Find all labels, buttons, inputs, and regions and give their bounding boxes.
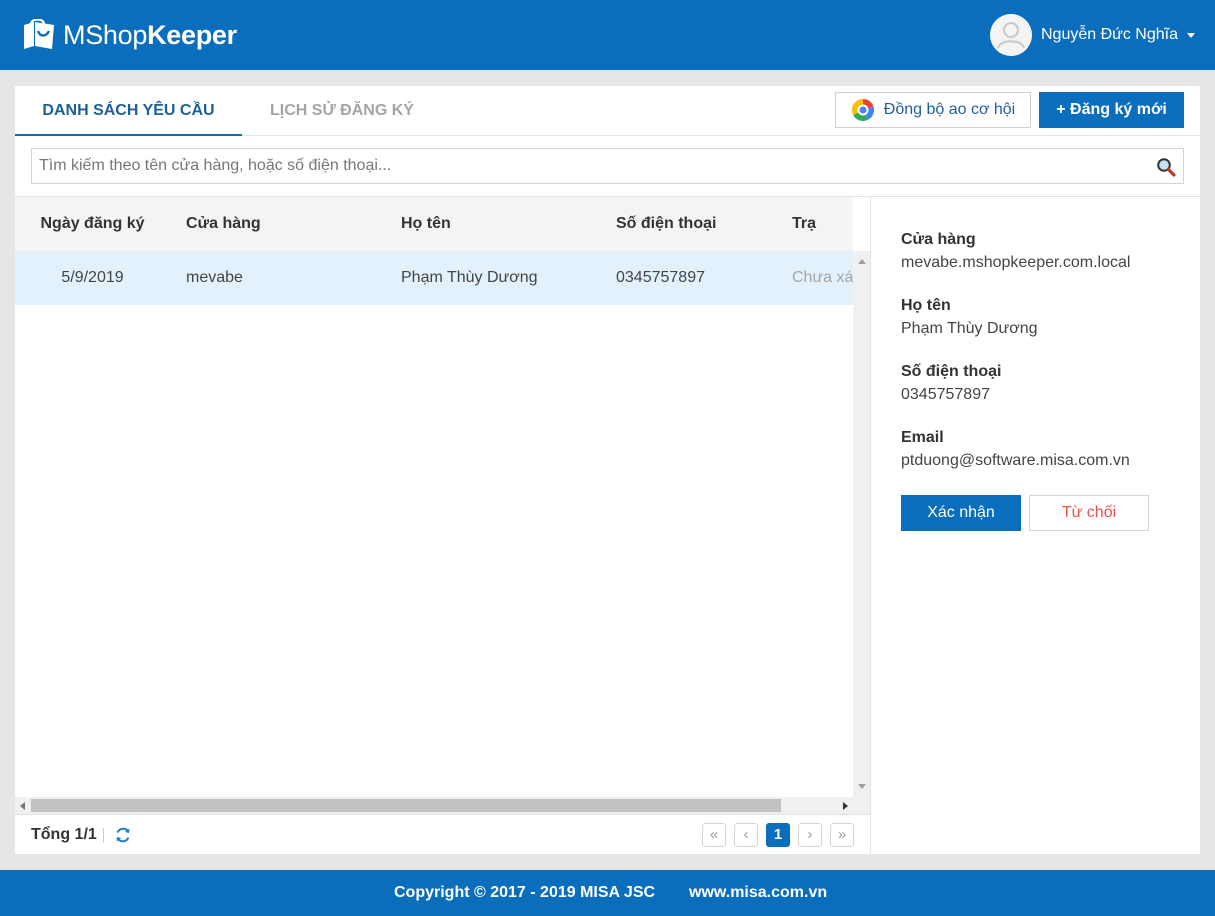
request-table: Ngày đăng ký Cửa hàng Họ tên Số điện tho… xyxy=(15,197,870,854)
user-menu[interactable]: Nguyễn Đức Nghĩa xyxy=(990,14,1195,56)
detail-panel: Cửa hàng mevabe.mshopkeeper.com.local Họ… xyxy=(901,197,1191,854)
table-footer: Tổng 1/1 « ‹ 1 › » xyxy=(15,814,870,854)
column-header-store[interactable]: Cửa hàng xyxy=(186,197,386,251)
detail-email-label: Email xyxy=(901,429,944,446)
panel-divider xyxy=(870,197,871,854)
cell-store: mevabe xyxy=(186,269,243,286)
page-last-button[interactable]: » xyxy=(830,823,854,847)
user-name: Nguyễn Đức Nghĩa xyxy=(1041,26,1178,43)
scroll-right-icon[interactable] xyxy=(843,802,848,810)
detail-phone-value: 0345757897 xyxy=(901,386,990,403)
copyright-text: Copyright © 2017 - 2019 MISA JSC xyxy=(394,884,656,901)
detail-phone-label: Số điện thoại xyxy=(901,363,1002,380)
page-prev-button[interactable]: ‹ xyxy=(734,823,758,847)
shopping-bag-logo-icon xyxy=(24,19,54,49)
tab-registration-history[interactable]: LỊCH SỬ ĐĂNG KÝ xyxy=(242,86,442,136)
cell-status: Chưa xác xyxy=(792,269,853,286)
column-header-date[interactable]: Ngày đăng ký xyxy=(15,197,170,251)
app-name-part1: MShop xyxy=(63,19,148,50)
scroll-down-icon[interactable] xyxy=(858,784,866,789)
column-header-name[interactable]: Họ tên xyxy=(401,197,601,251)
page-first-button[interactable]: « xyxy=(702,823,726,847)
horizontal-scroll-thumb[interactable] xyxy=(31,799,781,812)
app-logo[interactable]: MShopKeeper xyxy=(22,17,237,53)
new-registration-button[interactable]: + Đăng ký mới xyxy=(1039,92,1184,128)
sync-opportunities-button[interactable]: Đồng bộ ao cơ hội xyxy=(835,92,1031,128)
scroll-corner xyxy=(853,797,870,814)
column-header-phone[interactable]: Số điện thoại xyxy=(616,197,786,251)
detail-name-value: Phạm Thùy Dương xyxy=(901,320,1038,337)
tab-bar: DANH SÁCH YÊU CẦU LỊCH SỬ ĐĂNG KÝ Đồng b… xyxy=(15,86,1200,136)
app-name: MShopKeeper xyxy=(63,20,237,51)
cell-name: Phạm Thùy Dương xyxy=(401,269,538,286)
sync-button-label: Đồng bộ ao cơ hội xyxy=(883,101,1016,118)
search-input[interactable] xyxy=(32,149,1132,183)
table-header: Ngày đăng ký Cửa hàng Họ tên Số điện tho… xyxy=(15,197,853,251)
cell-phone: 0345757897 xyxy=(616,269,705,286)
refresh-icon[interactable] xyxy=(114,826,132,844)
top-header: MShopKeeper Nguyễn Đức Nghĩa xyxy=(0,0,1215,70)
detail-store-value: mevabe.mshopkeeper.com.local xyxy=(901,254,1131,271)
vertical-scrollbar[interactable] xyxy=(853,251,870,797)
search-box xyxy=(31,148,1184,184)
footer-separator xyxy=(103,828,104,843)
column-header-status[interactable]: Trạ xyxy=(792,197,853,251)
tab-request-list[interactable]: DANH SÁCH YÊU CẦU xyxy=(15,86,242,136)
google-sync-icon xyxy=(851,98,874,122)
detail-store-label: Cửa hàng xyxy=(901,231,976,248)
confirm-button[interactable]: Xác nhận xyxy=(901,495,1021,531)
horizontal-scrollbar[interactable] xyxy=(15,797,853,814)
detail-name-label: Họ tên xyxy=(901,297,951,314)
user-avatar-icon xyxy=(990,14,1032,56)
cell-date: 5/9/2019 xyxy=(61,269,124,286)
scroll-up-icon[interactable] xyxy=(858,259,866,264)
page-current-button[interactable]: 1 xyxy=(766,823,790,847)
table-row[interactable]: 5/9/2019 mevabe Phạm Thùy Dương 03457578… xyxy=(15,251,853,305)
page-footer: Copyright © 2017 - 2019 MISA JSC www.mis… xyxy=(0,870,1215,916)
main-card: DANH SÁCH YÊU CẦU LỊCH SỬ ĐĂNG KÝ Đồng b… xyxy=(15,86,1200,854)
website-link[interactable]: www.misa.com.vn xyxy=(689,870,827,916)
page-next-button[interactable]: › xyxy=(798,823,822,847)
scroll-left-icon[interactable] xyxy=(20,802,25,810)
reject-button[interactable]: Từ chối xyxy=(1029,495,1149,531)
dropdown-caret-icon xyxy=(1187,32,1195,38)
app-name-part2: Keeper xyxy=(147,19,237,50)
detail-email-value: ptduong@software.misa.com.vn xyxy=(901,452,1130,469)
total-count: Tổng 1/1 xyxy=(31,826,97,843)
search-icon[interactable] xyxy=(1156,157,1176,177)
